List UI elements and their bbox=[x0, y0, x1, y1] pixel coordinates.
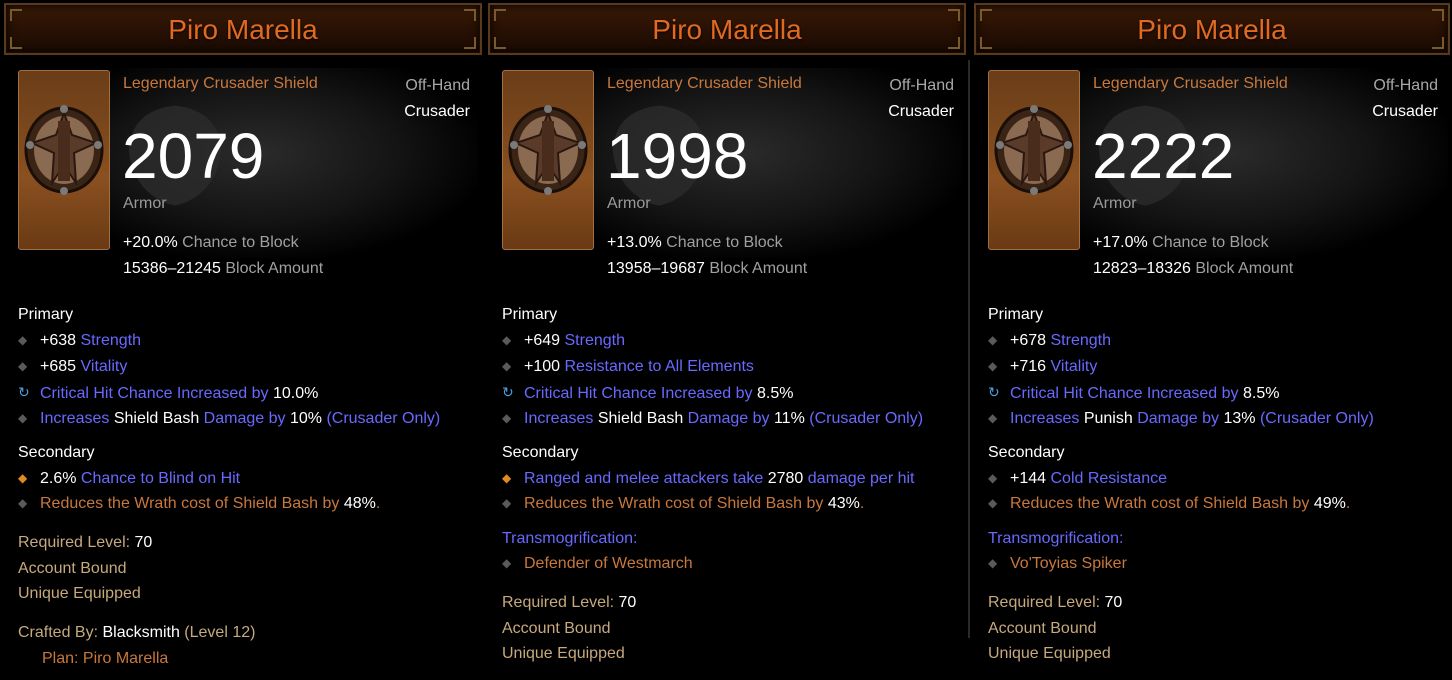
transmog-line: ◆ Defender of Westmarch bbox=[502, 555, 693, 572]
item-tooltip: Piro Marella Legendary Crusader Shield O… bbox=[0, 0, 484, 680]
diamond-bullet-icon: ◆ bbox=[988, 359, 998, 373]
secondary-title: Secondary bbox=[18, 444, 95, 461]
transmog-title: Transmogrification: bbox=[988, 530, 1124, 547]
required-level: Required Level: 70 bbox=[18, 534, 153, 551]
item-tooltip: Piro Marella Legendary Crusader Shield O… bbox=[970, 0, 1452, 680]
block-chance: +20.0% Chance to Block bbox=[123, 234, 299, 251]
affix-line: ◆ 2.6% Chance to Blind on Hit bbox=[18, 470, 241, 487]
diamond-bullet-icon: ◆ bbox=[988, 333, 998, 347]
diamond-bullet-icon: ◆ bbox=[988, 471, 998, 485]
affix-line: ◆ +638 Strength bbox=[18, 332, 141, 349]
unique-equipped: Unique Equipped bbox=[502, 645, 625, 662]
affix-line: ◆ +716 Vitality bbox=[988, 358, 1098, 375]
plan-link[interactable]: Plan: Piro Marella bbox=[42, 650, 168, 668]
item-type: Legendary Crusader Shield bbox=[1093, 75, 1288, 92]
item-slot: Off-Hand bbox=[889, 77, 954, 94]
armor-value: 2222 bbox=[1092, 120, 1235, 192]
item-icon[interactable] bbox=[988, 70, 1080, 250]
primary-title: Primary bbox=[18, 306, 74, 323]
shield-icon bbox=[508, 105, 588, 195]
diamond-bullet-icon: ◆ bbox=[18, 359, 28, 373]
affix-line: ◆ +685 Vitality bbox=[18, 358, 128, 375]
account-bound: Account Bound bbox=[988, 620, 1097, 637]
orange-diamond-icon: ◆ bbox=[18, 471, 28, 485]
block-amount: 13958–19687 Block Amount bbox=[607, 260, 808, 277]
crafted-by: Crafted By: Blacksmith (Level 12) bbox=[18, 624, 256, 641]
item-title-bar: Piro Marella bbox=[4, 3, 482, 55]
affix-line: ◆ +649 Strength bbox=[502, 332, 625, 349]
diamond-bullet-icon: ◆ bbox=[988, 496, 998, 510]
diamond-bullet-icon: ◆ bbox=[18, 496, 28, 510]
item-icon[interactable] bbox=[18, 70, 110, 250]
diamond-bullet-icon: ◆ bbox=[988, 411, 998, 425]
unique-equipped: Unique Equipped bbox=[18, 585, 141, 602]
diamond-bullet-icon: ◆ bbox=[502, 556, 512, 570]
unique-equipped: Unique Equipped bbox=[988, 645, 1111, 662]
transmog-line: ◆ Vo'Toyias Spiker bbox=[988, 555, 1127, 572]
orange-diamond-icon: ◆ bbox=[502, 471, 512, 485]
affix-line: ↻ Critical Hit Chance Increased by 8.5% bbox=[502, 384, 794, 402]
cycle-icon: ↻ bbox=[988, 384, 1000, 400]
block-amount: 12823–18326 Block Amount bbox=[1093, 260, 1294, 277]
block-chance: +13.0% Chance to Block bbox=[607, 234, 783, 251]
item-class: Crusader bbox=[888, 103, 954, 120]
item-name: Piro Marella bbox=[168, 14, 318, 45]
affix-line: ◆ Increases Shield Bash Damage by 11% (Cr… bbox=[502, 410, 924, 427]
item-name: Piro Marella bbox=[1137, 14, 1287, 45]
block-amount: 15386–21245 Block Amount bbox=[123, 260, 324, 277]
item-slot: Off-Hand bbox=[1373, 77, 1438, 94]
item-slot: Off-Hand bbox=[405, 77, 470, 94]
diamond-bullet-icon: ◆ bbox=[18, 333, 28, 347]
required-level: Required Level: 70 bbox=[502, 594, 637, 611]
primary-title: Primary bbox=[502, 306, 558, 323]
diamond-bullet-icon: ◆ bbox=[988, 556, 998, 570]
armor-value: 1998 bbox=[606, 120, 749, 192]
secondary-title: Secondary bbox=[988, 444, 1065, 461]
affix-line: ◆ +678 Strength bbox=[988, 332, 1111, 349]
diamond-bullet-icon: ◆ bbox=[502, 496, 512, 510]
account-bound: Account Bound bbox=[18, 560, 127, 577]
cycle-icon: ↻ bbox=[18, 384, 30, 400]
item-class: Crusader bbox=[404, 103, 470, 120]
affix-line: ◆ +100 Resistance to All Elements bbox=[502, 358, 754, 375]
legendary-affix-line: ◆ Reduces the Wrath cost of Shield Bash b… bbox=[502, 495, 865, 512]
shield-icon bbox=[994, 105, 1074, 195]
affix-line: ◆ Increases Shield Bash Damage by 10% (Cr… bbox=[18, 410, 441, 427]
transmog-title: Transmogrification: bbox=[502, 530, 638, 547]
affix-line: ◆ +144 Cold Resistance bbox=[988, 470, 1167, 487]
affix-line: ◆ Ranged and melee attackers take 2780 da… bbox=[502, 470, 915, 487]
diamond-bullet-icon: ◆ bbox=[502, 333, 512, 347]
armor-label: Armor bbox=[123, 195, 167, 212]
item-type: Legendary Crusader Shield bbox=[123, 75, 318, 92]
shield-icon bbox=[24, 105, 104, 195]
legendary-affix-line: ◆ Reduces the Wrath cost of Shield Bash b… bbox=[18, 495, 381, 512]
item-title-bar: Piro Marella bbox=[488, 3, 966, 55]
armor-label: Armor bbox=[607, 195, 651, 212]
diamond-bullet-icon: ◆ bbox=[502, 411, 512, 425]
item-name: Piro Marella bbox=[652, 14, 802, 45]
affix-line: ↻ Critical Hit Chance Increased by 10.0% bbox=[18, 384, 319, 402]
account-bound: Account Bound bbox=[502, 620, 611, 637]
item-icon[interactable] bbox=[502, 70, 594, 250]
diamond-bullet-icon: ◆ bbox=[18, 411, 28, 425]
diamond-bullet-icon: ◆ bbox=[502, 359, 512, 373]
primary-title: Primary bbox=[988, 306, 1044, 323]
item-type: Legendary Crusader Shield bbox=[607, 75, 802, 92]
affix-line: ↻ Critical Hit Chance Increased by 8.5% bbox=[988, 384, 1280, 402]
armor-label: Armor bbox=[1093, 195, 1137, 212]
legendary-affix-line: ◆ Reduces the Wrath cost of Shield Bash b… bbox=[988, 495, 1351, 512]
affix-line: ◆ Increases Punish Damage by 13% (Crusade… bbox=[988, 410, 1374, 427]
cycle-icon: ↻ bbox=[502, 384, 514, 400]
block-chance: +17.0% Chance to Block bbox=[1093, 234, 1269, 251]
required-level: Required Level: 70 bbox=[988, 594, 1123, 611]
secondary-title: Secondary bbox=[502, 444, 579, 461]
armor-value: 2079 bbox=[122, 120, 265, 192]
item-tooltip: Piro Marella Legendary Crusader Shield O… bbox=[484, 0, 968, 680]
item-class: Crusader bbox=[1372, 103, 1438, 120]
item-title-bar: Piro Marella bbox=[974, 3, 1450, 55]
